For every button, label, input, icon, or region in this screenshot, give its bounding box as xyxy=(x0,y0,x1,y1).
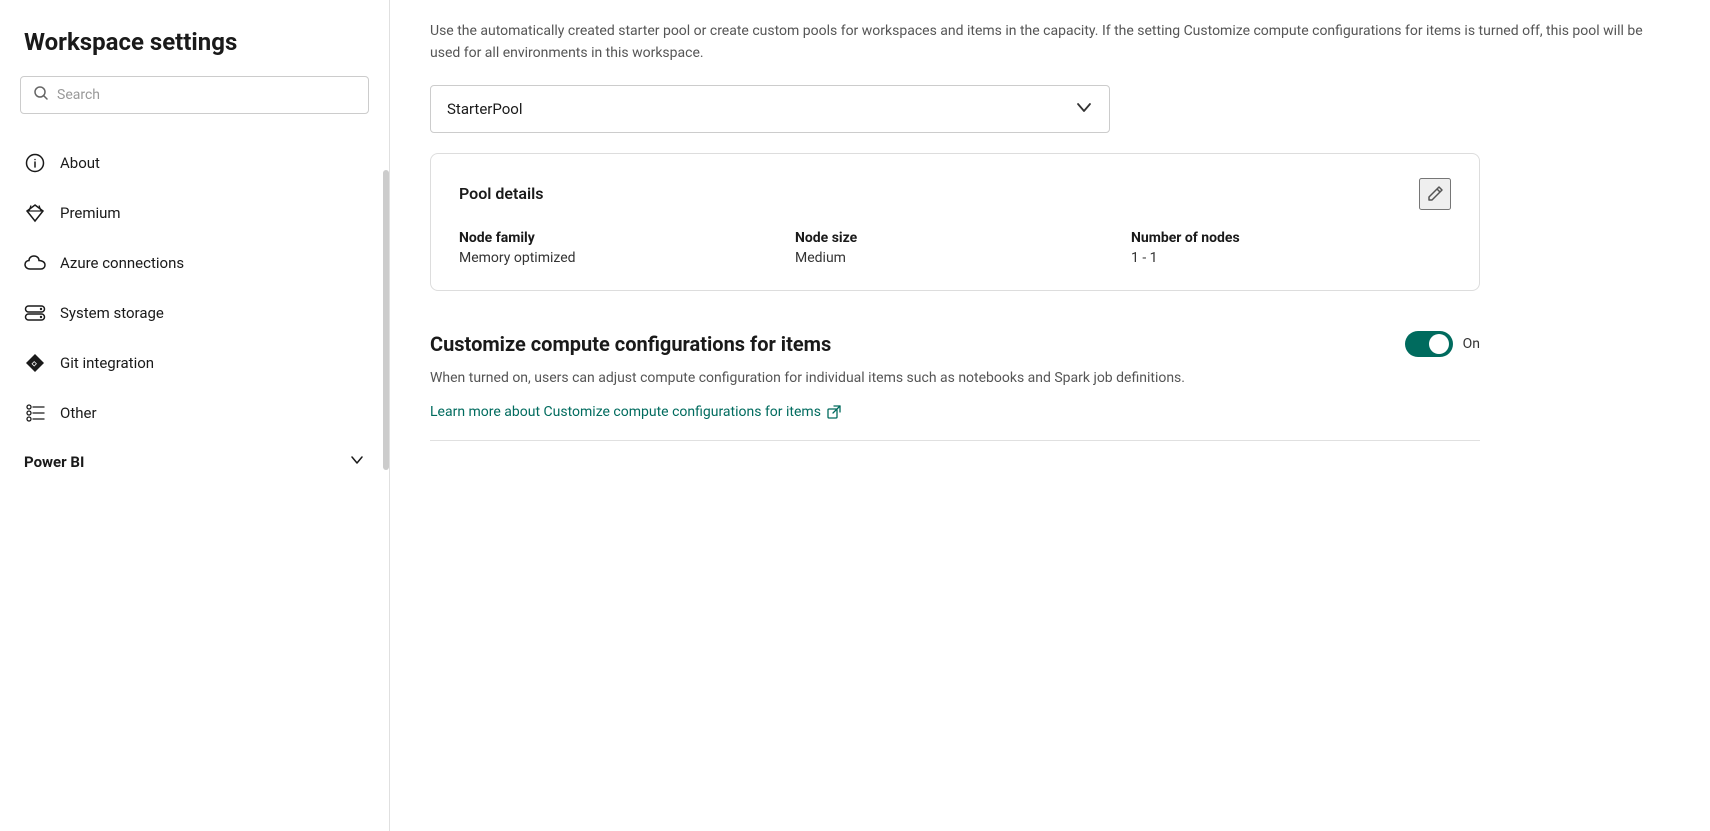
sidebar-item-about[interactable]: About xyxy=(0,138,389,188)
sidebar-item-system-storage[interactable]: System storage xyxy=(0,288,389,338)
sidebar-item-git-integration-label: Git integration xyxy=(60,354,154,372)
toggle-thumb xyxy=(1429,334,1449,354)
info-icon xyxy=(24,152,46,174)
sidebar-item-premium-label: Premium xyxy=(60,204,121,222)
pool-detail-node-family-label: Node family xyxy=(459,230,779,246)
sidebar-item-other[interactable]: Other xyxy=(0,388,389,438)
cloud-icon xyxy=(24,252,46,274)
storage-icon xyxy=(24,302,46,324)
sidebar-item-about-label: About xyxy=(60,154,100,172)
pool-details-card: Pool details Node family Memory optimize… xyxy=(430,153,1480,291)
sidebar-item-premium[interactable]: Premium xyxy=(0,188,389,238)
chevron-down-icon xyxy=(349,452,365,472)
learn-more-link[interactable]: Learn more about Customize compute confi… xyxy=(430,404,841,420)
sidebar-scrollbar[interactable] xyxy=(383,170,389,470)
page-title: Workspace settings xyxy=(0,0,389,76)
edit-pool-button[interactable] xyxy=(1419,178,1451,210)
customize-toggle-group: On xyxy=(1405,331,1480,357)
pool-details-grid: Node family Memory optimized Node size M… xyxy=(459,230,1451,266)
git-icon: ⋄ xyxy=(24,352,46,374)
sidebar: Workspace settings Search About xyxy=(0,0,390,831)
external-link-icon xyxy=(827,405,841,419)
search-placeholder: Search xyxy=(57,87,100,103)
sidebar-nav: About Premium Azure connections xyxy=(0,130,389,494)
pool-detail-node-size: Node size Medium xyxy=(795,230,1115,266)
customize-title: Customize compute configurations for ite… xyxy=(430,332,831,356)
pool-details-title: Pool details xyxy=(459,184,544,203)
pool-detail-num-nodes-value: 1 - 1 xyxy=(1131,250,1451,266)
customize-header: Customize compute configurations for ite… xyxy=(430,331,1480,357)
sidebar-section-power-bi[interactable]: Power BI xyxy=(0,438,389,486)
search-box[interactable]: Search xyxy=(20,76,369,114)
pool-detail-node-family-value: Memory optimized xyxy=(459,250,779,266)
intro-text: Use the automatically created starter po… xyxy=(430,0,1670,65)
toggle-track xyxy=(1405,331,1453,357)
sidebar-item-system-storage-label: System storage xyxy=(60,304,164,322)
customize-description: When turned on, users can adjust compute… xyxy=(430,367,1480,389)
main-content: Use the automatically created starter po… xyxy=(390,0,1710,831)
pool-details-header: Pool details xyxy=(459,178,1451,210)
sidebar-item-azure-connections-label: Azure connections xyxy=(60,254,184,272)
search-container: Search xyxy=(0,76,389,130)
sidebar-item-git-integration[interactable]: ⋄ Git integration xyxy=(0,338,389,388)
bottom-divider xyxy=(430,440,1480,441)
pool-detail-num-nodes: Number of nodes 1 - 1 xyxy=(1131,230,1451,266)
other-icon xyxy=(24,402,46,424)
pool-detail-num-nodes-label: Number of nodes xyxy=(1131,230,1451,246)
pool-dropdown[interactable]: StarterPool xyxy=(430,85,1110,133)
sidebar-item-other-label: Other xyxy=(60,404,97,422)
pool-detail-node-size-value: Medium xyxy=(795,250,1115,266)
learn-more-link-text: Learn more about Customize compute confi… xyxy=(430,404,821,420)
svg-text:⋄: ⋄ xyxy=(32,360,38,370)
chevron-down-icon xyxy=(1075,98,1093,120)
diamond-icon xyxy=(24,202,46,224)
pool-dropdown-selected: StarterPool xyxy=(447,100,523,118)
pool-detail-node-size-label: Node size xyxy=(795,230,1115,246)
customize-toggle[interactable] xyxy=(1405,331,1453,357)
search-icon xyxy=(33,85,49,105)
toggle-label: On xyxy=(1463,336,1480,352)
pool-detail-node-family: Node family Memory optimized xyxy=(459,230,779,266)
customize-section: Customize compute configurations for ite… xyxy=(430,331,1480,441)
sidebar-section-power-bi-label: Power BI xyxy=(24,453,84,471)
sidebar-item-azure-connections[interactable]: Azure connections xyxy=(0,238,389,288)
